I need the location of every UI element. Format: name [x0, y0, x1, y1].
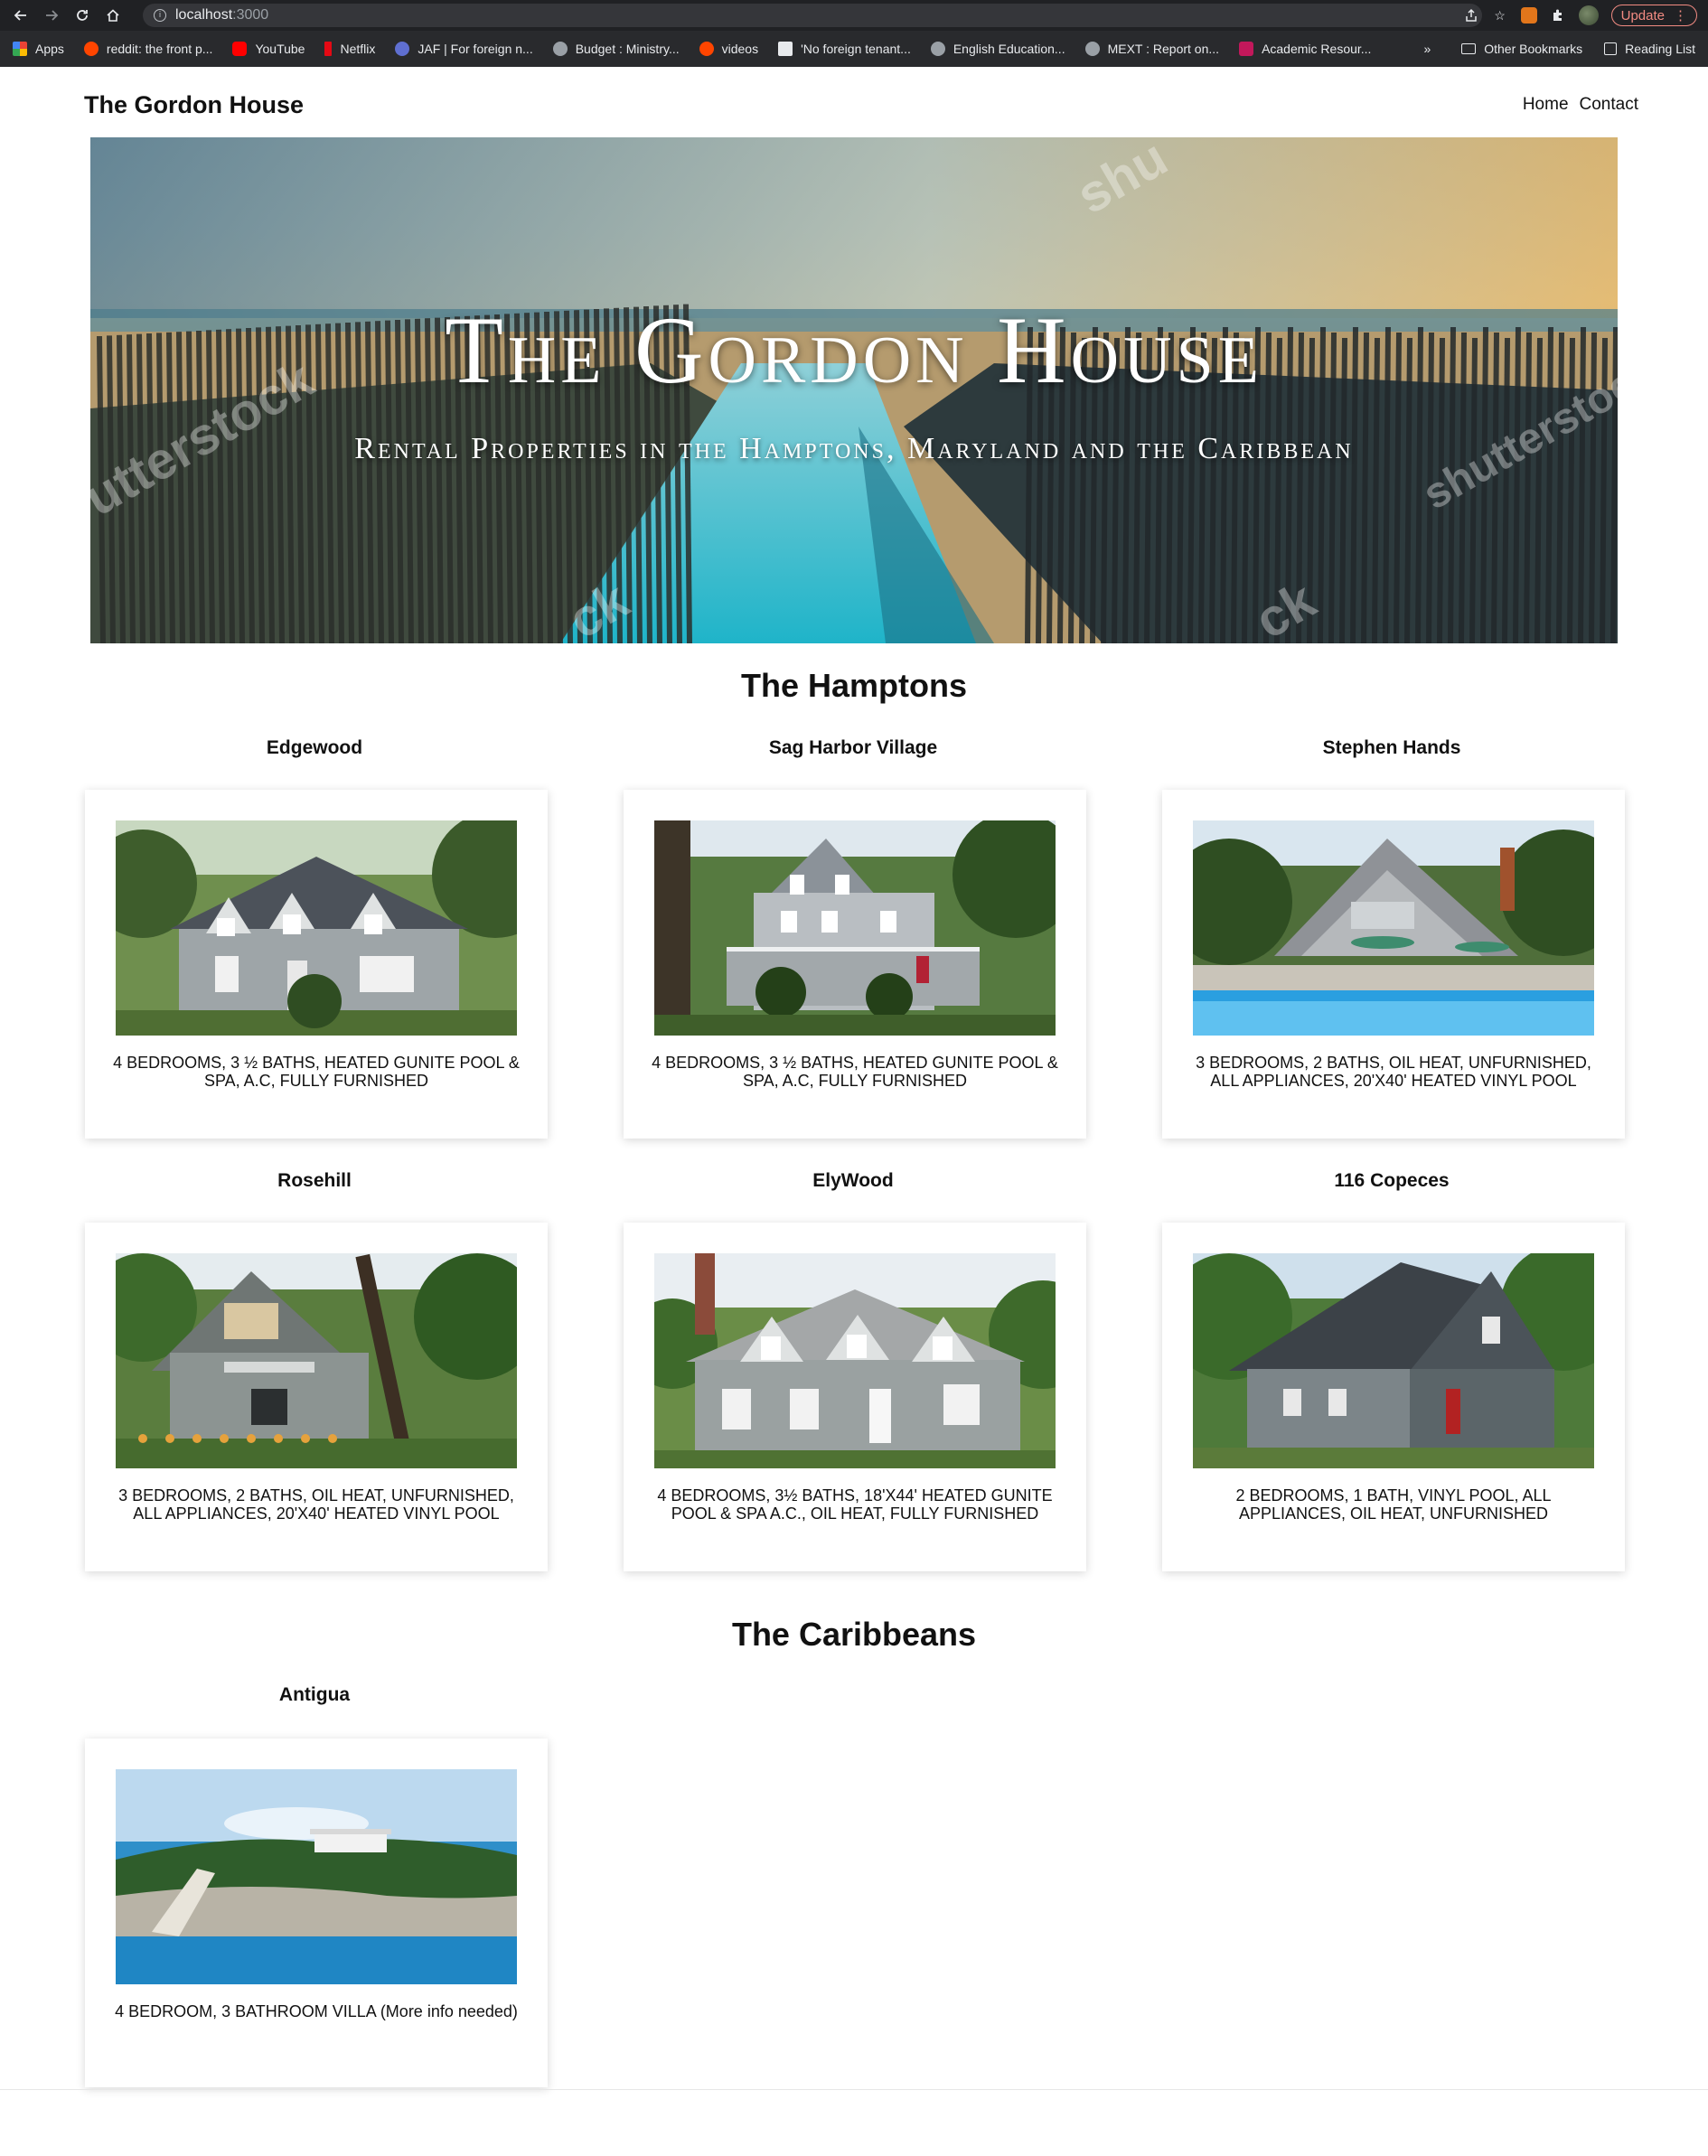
share-icon[interactable] [1463, 7, 1479, 23]
bookmark-label: videos [721, 42, 759, 56]
nav-home-link[interactable]: Home [1523, 95, 1569, 115]
bookmark-label: JAF | For foreign n... [418, 42, 533, 56]
site-brand[interactable]: The Gordon House [84, 91, 304, 119]
property-name: Edgewood [266, 737, 363, 758]
home-icon[interactable] [103, 5, 123, 25]
hero-subtitle: Rental Properties in the Hamptons, Maryl… [354, 432, 1354, 465]
puzzle-extensions-icon[interactable] [1550, 7, 1566, 23]
extension-fox-icon[interactable] [1520, 7, 1537, 23]
url-port: :3000 [232, 7, 269, 23]
reading-list-label: Reading List [1625, 42, 1695, 56]
bookmark-academic-resources[interactable]: Academic Resour... [1239, 42, 1371, 56]
reading-list[interactable]: Reading List [1604, 42, 1695, 56]
bookmark-no-foreign-tenant[interactable]: 'No foreign tenant... [778, 42, 911, 56]
property-description: 4 Bedrooms, 3 ½ Baths, Heated Gunite Poo… [652, 1054, 1058, 1090]
netflix-icon [324, 42, 333, 56]
property-description: 3 Bedrooms, 2 Baths, Oil Heat, Unfurnish… [1196, 1054, 1591, 1090]
property-card-sag-harbor-village[interactable]: 4 Bedrooms, 3 ½ Baths, Heated Gunite Poo… [624, 790, 1086, 1139]
property-description: 2 Bedrooms, 1 Bath, Vinyl Pool, All Appl… [1235, 1486, 1552, 1523]
bookmark-label: 'No foreign tenant... [801, 42, 911, 56]
bookmarks-overflow-icon[interactable]: » [1423, 42, 1431, 56]
property-name: ElyWood [812, 1170, 894, 1191]
bookmark-english-education[interactable]: English Education... [930, 42, 1065, 56]
other-bookmarks[interactable]: Other Bookmarks [1461, 42, 1582, 56]
star-icon[interactable]: ☆ [1492, 7, 1508, 23]
property-card-elywood[interactable]: 4 Bedrooms, 3½ Baths, 18'x44' Heated Gun… [624, 1223, 1086, 1571]
property-name: Stephen Hands [1322, 737, 1461, 758]
update-label: Update [1620, 7, 1665, 23]
property-photo [654, 820, 1056, 1036]
bookmark-label: English Education... [953, 42, 1065, 56]
bookmark-jaf[interactable]: JAF | For foreign n... [395, 42, 533, 56]
hero-banner: shu utterstock shutterstock ck ck The Go… [90, 137, 1618, 643]
site-navbar: The Gordon House Home Contact [84, 89, 1638, 121]
apps-grid-icon [13, 42, 27, 56]
bookmark-label: MEXT : Report on... [1107, 42, 1220, 56]
bookmarks-bar: Apps reddit: the front p... YouTube Netf… [0, 31, 1708, 67]
property-name: Antigua [278, 1684, 351, 1705]
globe-icon [552, 42, 568, 56]
browser-toolbar: i localhost:3000 ☆ Update ⋮ [0, 0, 1708, 31]
hero-title: The Gordon House [445, 297, 1263, 403]
bookmark-reddit[interactable]: reddit: the front p... [83, 42, 213, 56]
property-photo [1193, 820, 1594, 1036]
property-card-116-copeces[interactable]: 2 Bedrooms, 1 Bath, Vinyl Pool, All Appl… [1162, 1223, 1625, 1571]
property-name: 116 Copeces [1334, 1170, 1450, 1191]
address-bar[interactable]: i localhost:3000 [143, 4, 1482, 27]
property-card-edgewood[interactable]: 4 Bedrooms, 3 ½ Baths, Heated Gunite Poo… [85, 790, 548, 1139]
jaf-icon [395, 42, 410, 56]
reddit-icon [699, 42, 714, 56]
property-photo [116, 1769, 517, 1984]
bookmark-label: Academic Resour... [1262, 42, 1372, 56]
property-photo [116, 1253, 517, 1468]
property-card-antigua[interactable]: 4 BEDROOM, 3 BATHROOM VILLA (More info n… [85, 1739, 548, 2087]
footer-divider [0, 2089, 1708, 2090]
property-description: 4 Bedrooms, 3 ½ Baths, Heated Gunite Poo… [113, 1054, 520, 1090]
reading-list-icon [1604, 42, 1618, 55]
bookmark-mext[interactable]: MEXT : Report on... [1084, 42, 1220, 56]
reddit-icon [83, 42, 99, 56]
bookmark-label: Netflix [340, 42, 376, 56]
bookmark-label: YouTube [255, 42, 305, 56]
property-card-stephen-hands[interactable]: 3 Bedrooms, 2 Baths, Oil Heat, Unfurnish… [1162, 790, 1625, 1139]
reload-icon[interactable] [72, 5, 92, 25]
globe-icon [930, 42, 945, 56]
bookmark-label: Apps [35, 42, 64, 56]
url-host: localhost [175, 7, 233, 23]
property-description: 3 Bedrooms, 2 Baths, Oil Heat, Unfurnish… [118, 1486, 514, 1523]
section-title-caribbeans: The Caribbeans [731, 1616, 977, 1653]
bookmark-label: Budget : Ministry... [575, 42, 680, 56]
property-photo [1193, 1253, 1594, 1468]
site-info-icon[interactable]: i [154, 9, 166, 22]
property-name: Rosehill [277, 1170, 352, 1191]
folder-icon [1461, 43, 1477, 54]
property-photo [116, 820, 517, 1036]
property-photo [654, 1253, 1056, 1468]
property-description: 4 Bedrooms, 3½ Baths, 18'x44' Heated Gun… [657, 1486, 1053, 1523]
shield-icon [1239, 42, 1254, 56]
bookmark-videos[interactable]: videos [699, 42, 758, 56]
youtube-icon [232, 42, 248, 56]
profile-avatar[interactable] [1578, 5, 1599, 25]
property-description: 4 BEDROOM, 3 BATHROOM VILLA (More info n… [115, 2002, 518, 2020]
back-arrow-icon[interactable] [11, 5, 31, 25]
article-icon [778, 42, 793, 56]
property-card-rosehill[interactable]: 3 Bedrooms, 2 Baths, Oil Heat, Unfurnish… [85, 1223, 548, 1571]
other-bookmarks-label: Other Bookmarks [1484, 42, 1583, 56]
bookmark-netflix[interactable]: Netflix [324, 42, 375, 56]
bookmark-apps[interactable]: Apps [13, 42, 64, 56]
section-title-hamptons: The Hamptons [740, 667, 967, 704]
bookmark-budget[interactable]: Budget : Ministry... [552, 42, 680, 56]
nav-contact-link[interactable]: Contact [1580, 95, 1638, 115]
bookmark-youtube[interactable]: YouTube [232, 42, 305, 56]
update-button[interactable]: Update ⋮ [1610, 5, 1697, 26]
menu-dots-icon: ⋮ [1674, 8, 1687, 23]
property-name: Sag Harbor Village [768, 737, 938, 758]
bookmark-label: reddit: the front p... [106, 42, 213, 56]
globe-icon [1084, 42, 1100, 56]
forward-arrow-icon[interactable] [42, 5, 61, 25]
